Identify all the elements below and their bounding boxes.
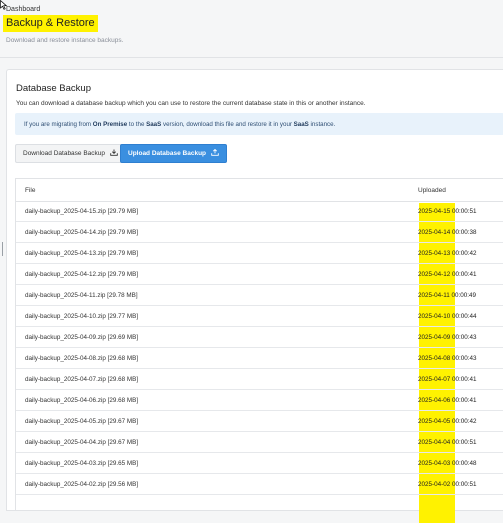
upload-database-backup-button[interactable]: Upload Database Backup <box>120 144 227 163</box>
column-header-file: File <box>25 187 36 194</box>
backup-file-link[interactable]: daily-backup_2025-04-02.zip [29.56 MB] <box>25 481 138 488</box>
table-row: daily-backup_2025-04-15.zip [29.79 MB] 20… <box>16 201 503 222</box>
backup-file-link[interactable]: daily-backup_2025-04-03.zip [29.65 MB] <box>25 460 138 467</box>
uploaded-timestamp: 2025-04-14 00:00:38 <box>418 229 477 236</box>
uploaded-timestamp: 2025-04-11 00:00:49 <box>418 292 477 299</box>
backup-file-link[interactable]: daily-backup_2025-04-08.zip [29.68 MB] <box>25 355 138 362</box>
table-row: daily-backup_2025-04-02.zip [29.56 MB] 20… <box>16 474 503 495</box>
table-row: daily-backup_2025-04-05.zip [29.67 MB] 20… <box>16 411 503 432</box>
table-row: daily-backup_2025-04-11.zip [29.78 MB] 20… <box>16 285 503 306</box>
uploaded-timestamp: 2025-04-05 00:00:42 <box>418 418 477 425</box>
backup-file-link[interactable]: daily-backup_2025-04-14.zip [29.79 MB] <box>25 229 138 236</box>
table-row: daily-backup_2025-04-14.zip [29.79 MB] 20… <box>16 222 503 243</box>
uploaded-timestamp: 2025-04-03 00:00:48 <box>418 460 477 467</box>
card-description: You can download a database backup which… <box>16 100 366 107</box>
page-title: Backup & Restore <box>3 15 98 32</box>
table-row: daily-backup_2025-04-04.zip [29.67 MB] 20… <box>16 432 503 453</box>
uploaded-timestamp: 2025-04-13 00:00:42 <box>418 250 477 257</box>
uploaded-timestamp: 2025-04-08 00:00:43 <box>418 355 477 362</box>
download-database-backup-button[interactable]: Download Database Backup <box>15 144 126 163</box>
backup-file-link[interactable]: daily-backup_2025-04-11.zip [29.78 MB] <box>25 292 138 299</box>
uploaded-timestamp: 2025-04-15 00:00:51 <box>418 208 477 215</box>
card-title: Database Backup <box>16 83 91 94</box>
backup-file-link[interactable]: daily-backup_2025-04-07.zip [29.68 MB] <box>25 376 138 383</box>
backup-file-link[interactable]: daily-backup_2025-04-15.zip [29.79 MB] <box>25 208 138 215</box>
uploaded-timestamp: 2025-04-07 00:00:41 <box>418 376 477 383</box>
scroll-handle[interactable] <box>2 242 3 256</box>
table-row: daily-backup_2025-04-13.zip [29.79 MB] 20… <box>16 243 503 264</box>
backup-file-link[interactable]: daily-backup_2025-04-09.zip [29.69 MB] <box>25 334 138 341</box>
backup-file-link[interactable]: daily-backup_2025-04-06.zip [29.68 MB] <box>25 397 138 404</box>
table-row: daily-backup_2025-04-07.zip [29.68 MB] 20… <box>16 369 503 390</box>
uploaded-timestamp: 2025-04-12 00:00:41 <box>418 271 477 278</box>
backup-file-link[interactable]: daily-backup_2025-04-12.zip [29.79 MB] <box>25 271 138 278</box>
backup-file-link[interactable]: daily-backup_2025-04-05.zip [29.67 MB] <box>25 418 138 425</box>
migration-info-text: If you are migrating from On Premise to … <box>24 121 336 128</box>
table-row: daily-backup_2025-04-03.zip [29.65 MB] 20… <box>16 453 503 474</box>
download-button-label: Download Database Backup <box>23 150 106 157</box>
backup-file-link[interactable]: daily-backup_2025-04-13.zip [29.79 MB] <box>25 250 138 257</box>
uploaded-timestamp: 2025-04-10 00:00:44 <box>418 313 477 320</box>
database-backup-card: Database Backup You can download a datab… <box>6 69 503 523</box>
page-subtitle: Download and restore instance backups. <box>6 37 124 44</box>
download-icon <box>110 149 118 156</box>
migration-info-box: If you are migrating from On Premise to … <box>15 113 503 135</box>
uploaded-timestamp: 2025-04-06 00:00:41 <box>418 397 477 404</box>
table-body: daily-backup_2025-04-15.zip [29.79 MB] 20… <box>16 201 503 495</box>
backup-table: File Uploaded daily-backup_2025-04-15.zi… <box>15 178 503 523</box>
upload-icon <box>211 149 219 156</box>
breadcrumb[interactable]: Dashboard <box>6 6 40 13</box>
uploaded-timestamp: 2025-04-02 00:00:51 <box>418 481 477 488</box>
uploaded-timestamp: 2025-04-04 00:00:51 <box>418 439 477 446</box>
header-divider <box>0 57 503 58</box>
uploaded-timestamp: 2025-04-09 00:00:43 <box>418 334 477 341</box>
table-row: daily-backup_2025-04-10.zip [29.77 MB] 20… <box>16 306 503 327</box>
table-row: daily-backup_2025-04-09.zip [29.69 MB] 20… <box>16 327 503 348</box>
table-row: daily-backup_2025-04-08.zip [29.68 MB] 20… <box>16 348 503 369</box>
table-row: daily-backup_2025-04-12.zip [29.79 MB] 20… <box>16 264 503 285</box>
backup-file-link[interactable]: daily-backup_2025-04-10.zip [29.77 MB] <box>25 313 138 320</box>
table-header: File Uploaded <box>16 179 503 202</box>
column-header-uploaded: Uploaded <box>418 187 446 194</box>
table-row: daily-backup_2025-04-06.zip [29.68 MB] 20… <box>16 390 503 411</box>
backup-file-link[interactable]: daily-backup_2025-04-04.zip [29.67 MB] <box>25 439 138 446</box>
upload-button-label: Upload Database Backup <box>128 150 207 157</box>
